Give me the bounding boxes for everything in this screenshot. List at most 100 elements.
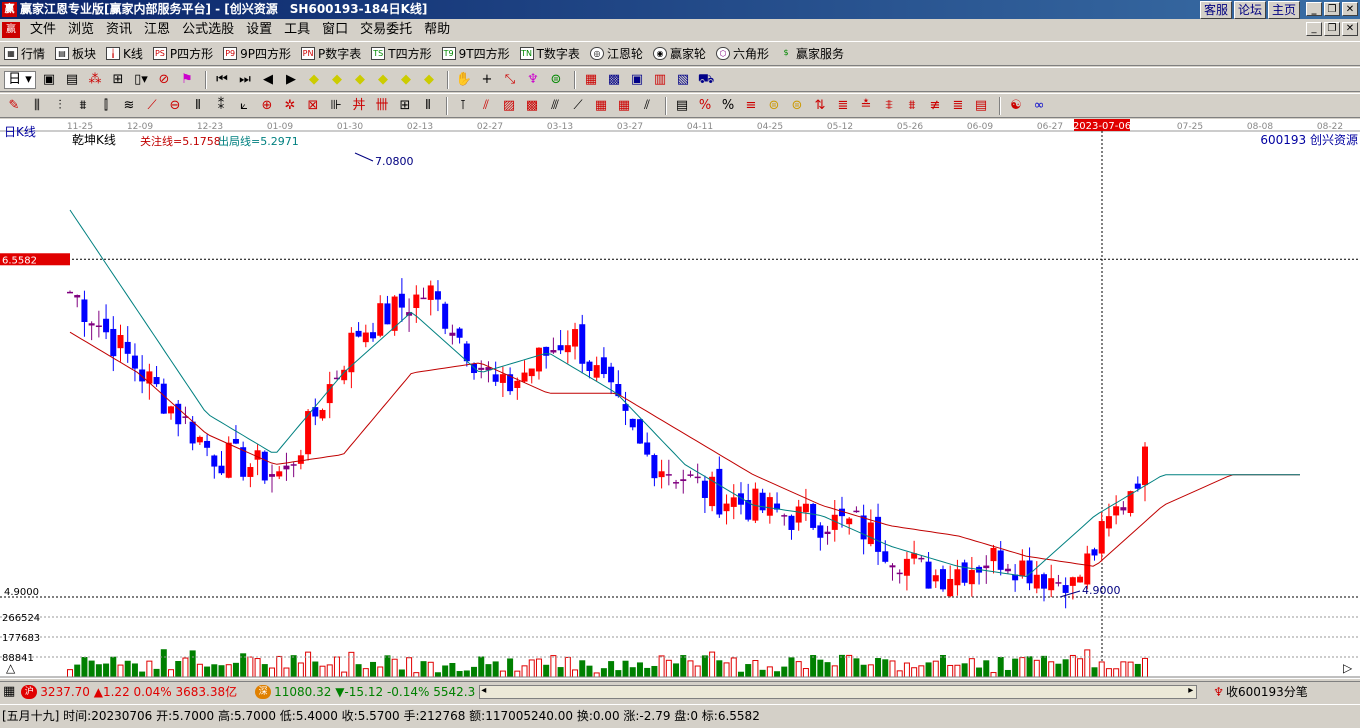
wave3-icon[interactable]: ≛ [856,97,876,115]
parallel-icon[interactable]: ⫻ [545,97,565,115]
print-icon[interactable]: ▥ [650,71,670,89]
last-icon[interactable]: ⏭ [235,71,255,89]
truck-icon[interactable]: ⛟ [696,71,716,89]
home-link[interactable]: 主页 [1267,1,1300,19]
p-square-button[interactable]: PS P四方形 [152,45,213,62]
scroll-left-icon[interactable]: ◂ [481,685,486,696]
yin-yang-icon[interactable]: ☯ [1006,97,1026,115]
diamond-1-icon[interactable]: ◆ [304,71,324,89]
trend-icon[interactable]: ⟋ [568,97,588,115]
sz-badge[interactable]: 深 [255,684,272,699]
menu-gann[interactable]: 江恩 [138,19,176,41]
9p-square-button[interactable]: P9 9P四方形 [223,45,291,62]
menu-help[interactable]: 帮助 [418,19,456,41]
pitchfork-icon[interactable]: ⫽ [476,97,496,115]
cursor-icon[interactable]: ⊘ [154,71,174,89]
ruler-icon[interactable]: % [695,97,715,115]
bars-icon[interactable]: ⫿ [96,97,116,115]
quotes-button[interactable]: ▦ 行情 [4,45,45,62]
stats-icon[interactable]: ▣ [39,71,59,89]
angle-icon[interactable]: ⟀ [234,97,254,115]
bar-select-icon[interactable]: ▯▾ [131,71,151,89]
menu-tools[interactable]: 工具 [278,19,316,41]
pencil-icon[interactable]: ✎ [4,97,24,115]
menu-formula[interactable]: 公式选股 [176,19,240,41]
gold-icon[interactable]: ⊜ [764,97,784,115]
mdi-minimize-icon[interactable]: _ [1306,22,1322,36]
close-icon[interactable]: ✕ [1342,2,1358,16]
delete-icon[interactable]: ≢ [925,97,945,115]
eraser-icon[interactable]: ▤ [971,97,991,115]
winner-wheel-button[interactable]: ◉ 赢家轮 [652,45,706,62]
diamond-6-icon[interactable]: ◆ [419,71,439,89]
gauge-icon[interactable]: ⊜ [546,71,566,89]
hand-icon[interactable]: ✋ [454,71,474,89]
circle-icon[interactable]: ⊖ [165,97,185,115]
arrow-icon[interactable]: ⇅ [810,97,830,115]
coin-icon[interactable]: ≡ [741,97,761,115]
p-table-button[interactable]: PN P数字表 [301,45,361,62]
menu-browse[interactable]: 浏览 [62,19,100,41]
square-icon[interactable]: ✲ [280,97,300,115]
ratio-icon[interactable]: ⊪ [326,97,346,115]
time-icon[interactable]: 卌 [372,97,392,115]
app-logo-icon[interactable]: 赢 [2,22,20,38]
save-icon[interactable]: ▣ [627,71,647,89]
gann-grid-icon[interactable]: ⩩ [73,97,93,115]
infinity-icon[interactable]: ∞ [1029,97,1049,115]
channel-icon[interactable]: ⫴ [418,97,438,115]
node-icon[interactable]: ♆ [523,71,543,89]
doc-icon[interactable]: ▤ [62,71,82,89]
prev-icon[interactable]: ◀ [258,71,278,89]
mdi-restore-icon[interactable]: ❐ [1324,22,1340,36]
cycles-icon[interactable]: ⊞ [395,97,415,115]
vline-icon[interactable]: ⊺ [453,97,473,115]
9t-square-button[interactable]: T9 9T四方形 [441,45,510,62]
speed-icon[interactable]: 丼 [349,97,369,115]
arc-icon[interactable]: ⁑ [211,97,231,115]
flag-icon[interactable]: ⚑ [177,71,197,89]
horizontal-scrollbar[interactable]: ◂ ▸ [479,684,1198,699]
boxes2-icon[interactable]: ▦ [591,97,611,115]
sectors-button[interactable]: ▤ 板块 [55,45,96,62]
scroll-right-icon[interactable]: ▸ [1188,685,1193,696]
zoom-icon[interactable]: ⤡ [500,71,520,89]
diamond-5-icon[interactable]: ◆ [396,71,416,89]
menu-settings[interactable]: 设置 [240,19,278,41]
menu-news[interactable]: 资讯 [100,19,138,41]
minimize-icon[interactable]: _ [1306,2,1322,16]
percent-icon[interactable]: % [718,97,738,115]
calc-icon[interactable]: ▩ [604,71,624,89]
kline-button[interactable]: ╽ K线 [106,45,143,62]
rect-icon[interactable]: ▨ [499,97,519,115]
kline-chart[interactable]: 11-25 12-09 12-23 01-09 01-30 02-13 02-27 03-13… [0,119,1360,679]
winner-service-button[interactable]: $ 赢家服务 [779,45,844,62]
levels-icon[interactable]: ▤ [672,97,692,115]
next-icon[interactable]: ▶ [281,71,301,89]
fan-icon[interactable]: ⫶ [50,97,70,115]
gann-wheel-button[interactable]: ◎ 江恩轮 [589,45,643,62]
line-icon[interactable]: ⟋ [142,97,162,115]
sh-badge[interactable]: 沪 [21,684,38,699]
angle2-icon[interactable]: ⫽ [637,97,657,115]
export-icon[interactable]: ▧ [673,71,693,89]
box-icon[interactable]: ⊠ [303,97,323,115]
diamond-4-icon[interactable]: ◆ [373,71,393,89]
t-square-button[interactable]: TS T四方形 [371,45,432,62]
tick-data-text[interactable]: 收600193分笔 [1226,683,1308,700]
menu-window[interactable]: 窗口 [316,19,354,41]
quotes-grid-icon[interactable]: ▦ [3,684,15,699]
hlines-icon[interactable]: ⫼ [27,97,47,115]
restore-icon[interactable]: ❐ [1324,2,1340,16]
pattern-icon[interactable]: ⁂ [85,71,105,89]
cross-icon[interactable]: + [477,71,497,89]
gann-icon[interactable]: ⩨ [879,97,899,115]
spiral-icon[interactable]: ⊕ [257,97,277,115]
chart-panel[interactable]: 11-25 12-09 12-23 01-09 01-30 02-13 02-27 03-13… [0,119,1360,679]
boxes-icon[interactable]: ⊞ [108,71,128,89]
balance-icon[interactable]: ⊜ [787,97,807,115]
diamond-2-icon[interactable]: ◆ [327,71,347,89]
grid-icon[interactable]: ▩ [522,97,542,115]
bars2-icon[interactable]: ⩩ [902,97,922,115]
fan2-icon[interactable]: ▦ [614,97,634,115]
